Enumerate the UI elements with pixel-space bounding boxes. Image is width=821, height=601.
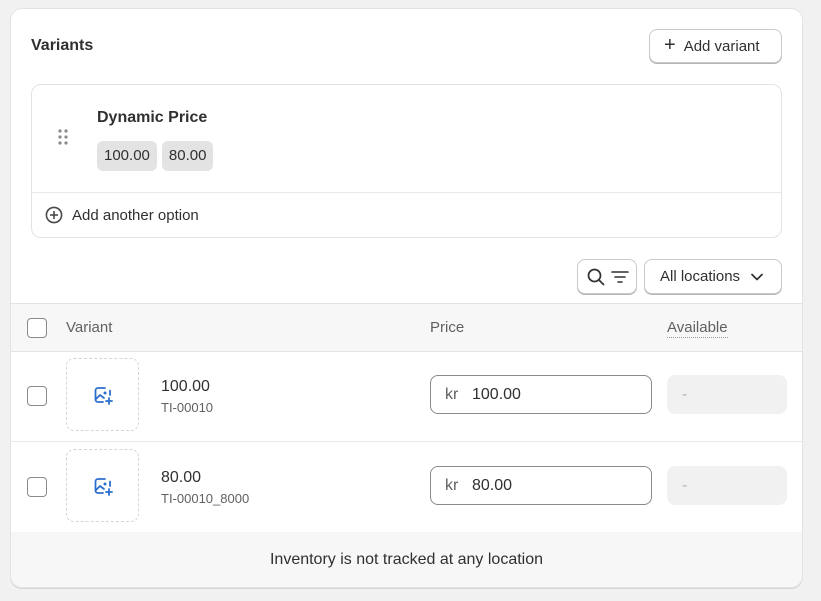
variant-name[interactable]: 100.00 bbox=[161, 378, 210, 396]
table-row: 100.00 TI-00010 kr 100.00 - bbox=[11, 350, 802, 442]
column-available[interactable]: Available bbox=[667, 319, 728, 338]
add-variant-label: Add variant bbox=[683, 37, 760, 55]
row-checkbox[interactable] bbox=[27, 477, 47, 497]
available-field: - bbox=[667, 375, 787, 414]
footer-message: Inventory is not tracked at any location bbox=[269, 550, 544, 568]
add-option-label: Add another option bbox=[72, 206, 199, 224]
variants-card: Variants + Add variant Dynamic Price 100… bbox=[10, 8, 803, 588]
divider bbox=[32, 192, 781, 193]
column-price: Price bbox=[430, 319, 465, 336]
price-value[interactable]: 80.00 bbox=[472, 477, 512, 495]
available-field: - bbox=[667, 466, 787, 505]
add-variant-button[interactable]: + Add variant bbox=[649, 29, 782, 63]
select-all-checkbox[interactable] bbox=[27, 318, 47, 338]
option-name[interactable]: Dynamic Price bbox=[97, 109, 207, 127]
add-media-button[interactable] bbox=[66, 358, 139, 431]
add-media-button[interactable] bbox=[66, 449, 139, 522]
search-icon bbox=[587, 268, 605, 285]
location-select[interactable]: All locations bbox=[644, 259, 782, 294]
image-add-icon bbox=[94, 477, 113, 496]
image-add-icon bbox=[94, 386, 113, 405]
option-value-chip[interactable]: 80.00 bbox=[161, 141, 214, 171]
option-value-chip[interactable]: 100.00 bbox=[97, 141, 157, 171]
table-header: Variant Price Available bbox=[11, 303, 802, 352]
location-label: All locations bbox=[660, 268, 741, 285]
variant-sku: TI-00010_8000 bbox=[161, 491, 250, 506]
search-filter-button[interactable] bbox=[577, 259, 637, 294]
filter-icon bbox=[611, 270, 629, 283]
variant-name[interactable]: 80.00 bbox=[161, 469, 201, 487]
inventory-footer: Inventory is not tracked at any location bbox=[11, 532, 802, 587]
option-values: 100.00 80.00 bbox=[97, 141, 214, 171]
price-input[interactable]: kr 100.00 bbox=[430, 375, 652, 414]
table-row: 80.00 TI-00010_8000 kr 80.00 - bbox=[11, 441, 802, 533]
variant-sku: TI-00010 bbox=[161, 400, 214, 415]
price-input[interactable]: kr 80.00 bbox=[430, 466, 652, 505]
row-checkbox[interactable] bbox=[27, 386, 47, 406]
currency-prefix: kr bbox=[445, 385, 459, 403]
chevron-down-icon bbox=[751, 273, 763, 280]
drag-handle-icon[interactable] bbox=[58, 129, 68, 145]
card-title: Variants bbox=[31, 37, 94, 54]
plus-icon: + bbox=[664, 34, 676, 56]
add-another-option-button[interactable]: Add another option bbox=[45, 206, 199, 224]
column-variant: Variant bbox=[66, 319, 113, 336]
price-value[interactable]: 100.00 bbox=[472, 386, 521, 404]
currency-prefix: kr bbox=[445, 476, 459, 494]
circle-plus-icon bbox=[45, 206, 63, 224]
option-group: Dynamic Price 100.00 80.00 Add another o… bbox=[31, 84, 782, 238]
